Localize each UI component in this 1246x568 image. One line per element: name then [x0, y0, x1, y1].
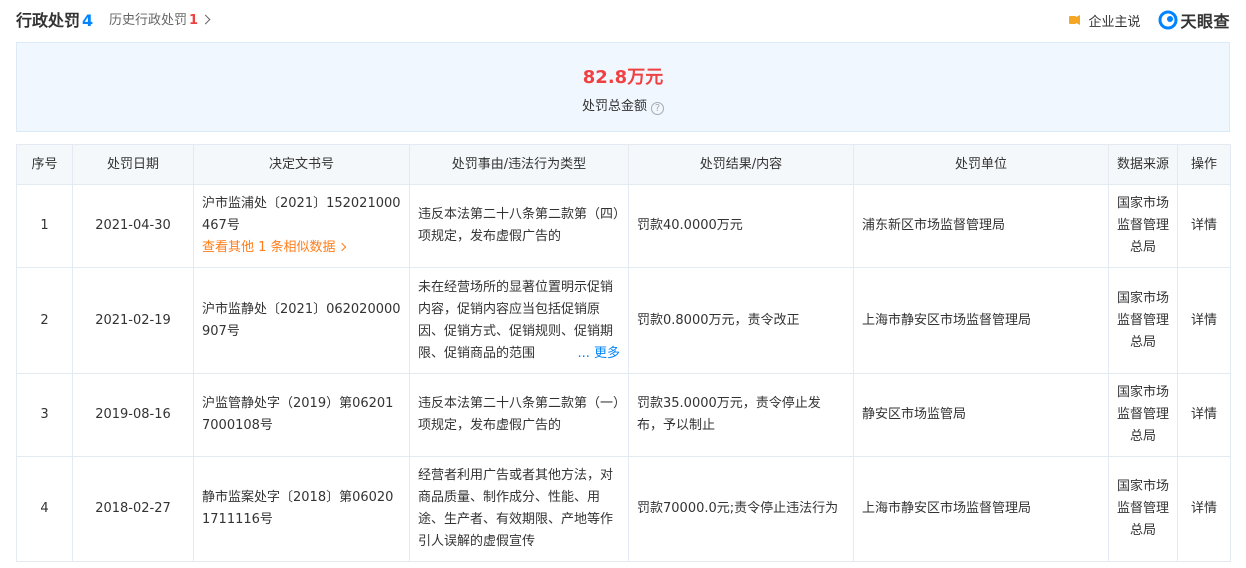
row-result: 罚款40.0000万元	[628, 184, 854, 268]
col-date: 处罚日期	[72, 144, 194, 185]
total-amount: 82.8万元	[582, 67, 664, 88]
similar-data-link[interactable]: 查看其他 1 条相似数据	[202, 237, 401, 259]
brand-area: 企业主说 天眼查	[1068, 8, 1230, 32]
history-label: 历史行政处罚	[109, 13, 188, 28]
row-reason: 违反本法第二十八条第二款第（一）项规定，发布虚假广告的	[409, 373, 629, 457]
more-link[interactable]: ... 更多	[575, 342, 620, 365]
tianyancha-logo-icon	[1158, 10, 1178, 30]
section-title-count: 4	[82, 11, 94, 30]
table-header-row: 序号 处罚日期 决定文书号 处罚事由/违法行为类型 处罚结果/内容 处罚单位 数…	[16, 144, 1231, 185]
history-count: 1	[189, 13, 199, 28]
detail-link[interactable]: 详情	[1177, 456, 1231, 562]
row-index: 1	[16, 184, 73, 268]
detail-link[interactable]: 详情	[1177, 373, 1231, 457]
col-unit: 处罚单位	[853, 144, 1109, 185]
table-row: 4 2018-02-27 静市监案处字〔2018〕第060201711116号 …	[16, 456, 1231, 562]
table-row: 3 2019-08-16 沪监管静处字（2019）第062017000108号 …	[16, 373, 1231, 457]
table-row: 2 2021-02-19 沪市监静处〔2021〕062020000907号 未在…	[16, 267, 1231, 374]
penalty-summary: 82.8万元 处罚总金额?	[16, 42, 1230, 132]
section-title: 行政处罚 4	[16, 7, 93, 31]
similar-data-label: 查看其他 1 条相似数据	[202, 240, 336, 255]
col-action: 操作	[1177, 144, 1231, 185]
brand-name: 天眼查	[1180, 12, 1230, 31]
penalty-table: 序号 处罚日期 决定文书号 处罚事由/违法行为类型 处罚结果/内容 处罚单位 数…	[16, 144, 1231, 562]
chevron-right-icon	[200, 14, 211, 25]
row-reason-cell: 未在经营场所的显著位置明示促销内容，促销内容应当包括促销原因、促销方式、促销规则…	[409, 267, 629, 374]
col-source: 数据来源	[1108, 144, 1178, 185]
row-date: 2021-02-19	[72, 267, 194, 374]
row-result: 罚款0.8000万元，责令改正	[628, 267, 854, 374]
question-icon[interactable]: ?	[651, 102, 664, 115]
bulb-icon	[1069, 15, 1081, 25]
col-doc-no: 决定文书号	[193, 144, 410, 185]
section-header: 行政处罚 4 历史行政处罚 1 企业主说 天眼查	[16, 0, 1230, 36]
row-doc-no: 沪监管静处字（2019）第062017000108号	[193, 373, 410, 457]
col-reason: 处罚事由/违法行为类型	[409, 144, 629, 185]
chevron-right-icon	[337, 242, 346, 252]
total-amount-label-row: 处罚总金额?	[17, 95, 1229, 115]
table-row: 1 2021-04-30 沪市监浦处〔2021〕152021000467号 查看…	[16, 184, 1231, 268]
history-penalty-link[interactable]: 历史行政处罚 1	[109, 9, 211, 28]
detail-link[interactable]: 详情	[1177, 267, 1231, 374]
qiye-zhushuo-link[interactable]: 企业主说	[1088, 11, 1140, 30]
col-index: 序号	[16, 144, 73, 185]
row-date: 2018-02-27	[72, 456, 194, 562]
row-unit: 静安区市场监管局	[853, 373, 1109, 457]
row-source: 国家市场监督管理总局	[1108, 184, 1178, 268]
row-unit: 浦东新区市场监督管理局	[853, 184, 1109, 268]
total-amount-label: 处罚总金额	[581, 99, 647, 114]
row-source: 国家市场监督管理总局	[1108, 373, 1178, 457]
row-doc-cell: 沪市监浦处〔2021〕152021000467号 查看其他 1 条相似数据	[193, 184, 410, 268]
row-reason-clip: 未在经营场所的显著位置明示促销内容，促销内容应当包括促销原因、促销方式、促销规则…	[418, 277, 620, 365]
row-result: 罚款70000.0元;责令停止违法行为	[628, 456, 854, 562]
row-index: 4	[16, 456, 73, 562]
row-doc-no: 沪市监浦处〔2021〕152021000467号	[202, 196, 401, 233]
row-doc-no: 沪市监静处〔2021〕062020000907号	[193, 267, 410, 374]
row-result: 罚款35.0000万元，责令停止发布，予以制止	[628, 373, 854, 457]
row-source: 国家市场监督管理总局	[1108, 267, 1178, 374]
detail-link[interactable]: 详情	[1177, 184, 1231, 268]
row-index: 3	[16, 373, 73, 457]
row-unit: 上海市静安区市场监督管理局	[853, 456, 1109, 562]
row-date: 2019-08-16	[72, 373, 194, 457]
row-index: 2	[16, 267, 73, 374]
row-date: 2021-04-30	[72, 184, 194, 268]
col-result: 处罚结果/内容	[628, 144, 854, 185]
section-title-text: 行政处罚	[16, 11, 81, 30]
row-reason: 违反本法第二十八条第二款第（四）项规定，发布虚假广告的	[409, 184, 629, 268]
row-reason: 经营者利用广告或者其他方法，对商品质量、制作成分、性能、用途、生产者、有效期限、…	[409, 456, 629, 562]
row-unit: 上海市静安区市场监督管理局	[853, 267, 1109, 374]
row-doc-no: 静市监案处字〔2018〕第060201711116号	[193, 456, 410, 562]
row-source: 国家市场监督管理总局	[1108, 456, 1178, 562]
